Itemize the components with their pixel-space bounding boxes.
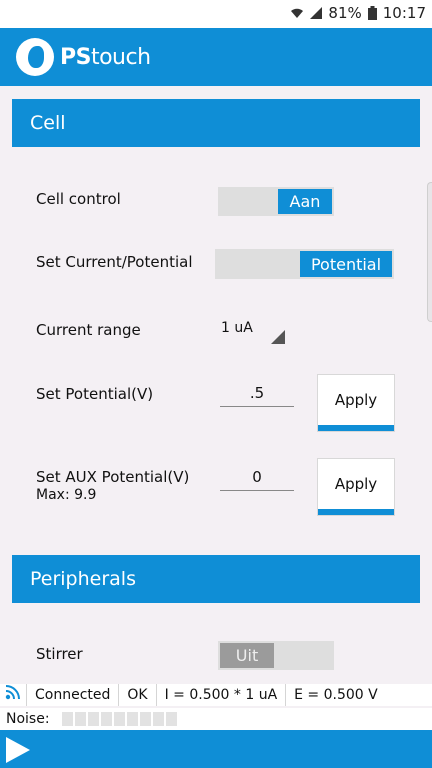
connection-status-bar: Connected OK I = 0.500 * 1 uA E = 0.500 … — [0, 684, 432, 706]
noise-segment — [166, 712, 177, 726]
set-potential-label: Set Potential(V) — [36, 385, 154, 403]
set-current-potential-label: Set Current/Potential — [36, 253, 193, 271]
noise-segment — [114, 712, 125, 726]
noise-meter-row: Noise: — [0, 708, 432, 730]
noise-label: Noise: — [6, 711, 50, 727]
set-aux-potential-label: Set AUX Potential(V) — [36, 468, 190, 486]
noise-segment — [75, 712, 86, 726]
pstouch-logo-icon — [16, 38, 54, 76]
connection-status: Connected — [27, 684, 120, 706]
set-aux-potential-input[interactable]: 0 — [220, 468, 294, 491]
dropdown-arrow-icon — [271, 330, 285, 344]
current-range-label: Current range — [36, 321, 141, 339]
apply-aux-label: Apply — [334, 475, 378, 493]
peripherals-section-header: Peripherals — [12, 555, 420, 603]
set-potential-input[interactable]: .5 — [220, 384, 294, 407]
bottom-action-bar — [0, 730, 432, 768]
connection-signal-icon — [0, 684, 27, 706]
stirrer-toggle-value: Uit — [220, 643, 274, 668]
device-state: OK — [119, 684, 157, 706]
current-potential-toggle[interactable]: Potential — [215, 249, 394, 279]
potential-readout: E = 0.500 V — [294, 687, 378, 703]
current-potential-toggle-value: Potential — [300, 251, 392, 277]
apply-aux-button[interactable]: Apply — [317, 458, 395, 516]
current-range-dropdown[interactable]: 1 uA — [221, 320, 285, 344]
noise-segment — [62, 712, 73, 726]
apply-potential-bar — [318, 425, 394, 431]
aux-max-label: Max: 9.9 — [36, 487, 97, 503]
current-readout: I = 0.500 * 1 uA — [157, 684, 287, 706]
logo-text-bold: PS — [60, 44, 91, 70]
signal-icon — [310, 7, 323, 19]
noise-segment — [153, 712, 164, 726]
side-drawer-handle[interactable] — [427, 182, 432, 322]
cell-section-header: Cell — [12, 99, 420, 147]
apply-aux-bar — [318, 509, 394, 515]
noise-meter — [62, 712, 177, 726]
stirrer-label: Stirrer — [36, 645, 83, 663]
noise-segment — [127, 712, 138, 726]
noise-segment — [88, 712, 99, 726]
cell-control-toggle-value: Aan — [278, 189, 332, 214]
battery-percent: 81% — [328, 4, 362, 22]
wifi-icon — [291, 8, 304, 18]
current-range-value: 1 uA — [221, 320, 253, 336]
stirrer-toggle[interactable]: Uit — [218, 641, 334, 670]
apply-potential-button[interactable]: Apply — [317, 374, 395, 432]
clock: 10:17 — [382, 4, 426, 22]
app-logo: PStouch — [16, 38, 151, 76]
logo-text-light: touch — [90, 44, 151, 70]
cell-control-label: Cell control — [36, 190, 121, 208]
system-status-bar: 81% 10:17 — [0, 0, 432, 28]
cell-control-toggle[interactable]: Aan — [218, 187, 334, 216]
apply-potential-label: Apply — [334, 391, 378, 409]
noise-segment — [140, 712, 151, 726]
battery-icon — [367, 6, 377, 20]
noise-segment — [101, 712, 112, 726]
play-icon[interactable] — [6, 737, 30, 763]
